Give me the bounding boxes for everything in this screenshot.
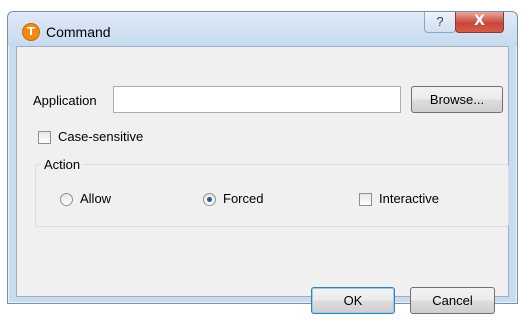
ok-button[interactable]: OK: [311, 287, 395, 314]
app-icon: [22, 23, 40, 41]
allow-radio[interactable]: [60, 193, 73, 206]
interactive-checkbox[interactable]: [359, 193, 372, 206]
application-input[interactable]: [113, 86, 401, 113]
forced-radio[interactable]: [203, 193, 216, 206]
application-label: Application: [33, 93, 97, 108]
case-sensitive-label: Case-sensitive: [58, 129, 144, 144]
interactive-label: Interactive: [379, 191, 439, 206]
title-bar[interactable]: Command ? X: [8, 12, 517, 46]
cancel-button[interactable]: Cancel: [410, 287, 495, 314]
dialog-client-area: Application Browse... Case-sensitive Act…: [16, 46, 509, 314]
command-dialog: Command ? X Application Browse... Case-s…: [7, 11, 518, 314]
window-title: Command: [46, 24, 111, 40]
allow-label: Allow: [80, 191, 112, 206]
browse-button[interactable]: Browse...: [411, 86, 503, 113]
forced-label: Forced: [223, 191, 264, 206]
help-button[interactable]: ?: [424, 12, 456, 33]
action-group-title: Action: [41, 157, 84, 172]
close-button[interactable]: X: [455, 12, 504, 33]
case-sensitive-checkbox[interactable]: [38, 131, 51, 144]
